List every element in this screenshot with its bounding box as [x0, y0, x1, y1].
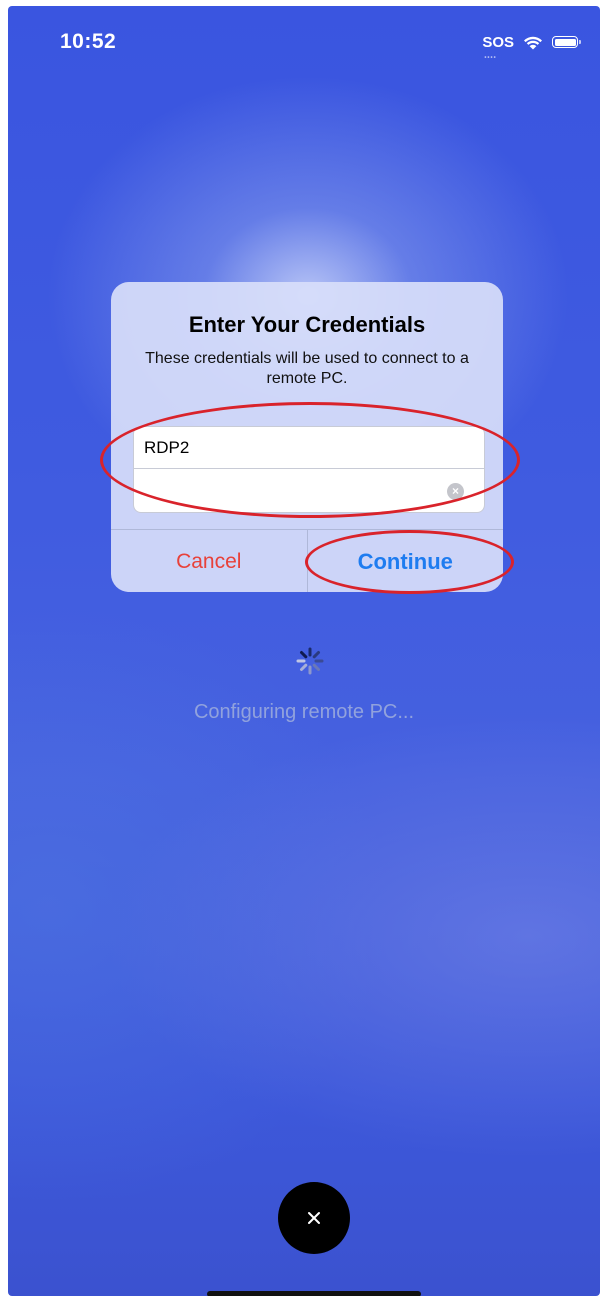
status-time: 10:52 [60, 30, 117, 53]
status-icons: SOS •••• [482, 30, 581, 61]
spinner-icon [296, 647, 324, 675]
wifi-icon [524, 36, 542, 50]
battery-tip [579, 40, 581, 44]
signal-dots-icon: •••• [484, 54, 497, 61]
annotation-circle-continue [305, 530, 514, 594]
cancel-button[interactable]: Cancel [111, 530, 308, 592]
home-indicator [207, 1291, 421, 1296]
alert-title: Enter Your Credentials [188, 312, 426, 337]
battery-level [554, 38, 576, 46]
annotation-circle-fields [100, 402, 520, 518]
loading-status: Configuring remote PC... [193, 701, 415, 723]
close-icon [308, 1212, 320, 1224]
alert-message: These credentials will be used to connec… [145, 350, 469, 387]
battery-icon [552, 36, 581, 48]
close-button[interactable] [278, 1182, 350, 1254]
sos-label: SOS [482, 33, 514, 51]
phone-screen: 10:52 SOS •••• Enter Your Credentials Th… [8, 6, 600, 1296]
sos-indicator: SOS •••• [482, 33, 514, 61]
